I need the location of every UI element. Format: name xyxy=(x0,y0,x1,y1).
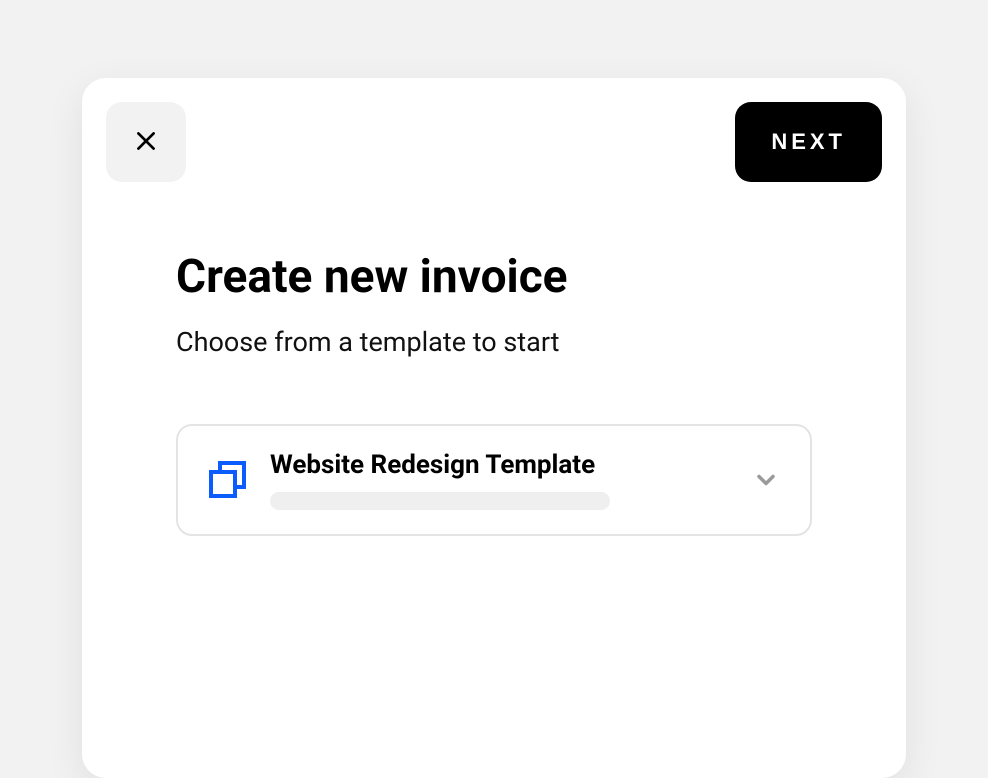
create-invoice-modal: NEXT Create new invoice Choose from a te… xyxy=(82,78,906,778)
page-title: Create new invoice xyxy=(176,250,812,304)
template-description-placeholder xyxy=(270,492,610,510)
copy-icon xyxy=(208,460,248,500)
modal-topbar: NEXT xyxy=(106,102,882,182)
next-button[interactable]: NEXT xyxy=(735,102,882,182)
page-subtitle: Choose from a template to start xyxy=(176,326,812,358)
chevron-down-icon xyxy=(752,466,780,494)
selected-template-label: Website Redesign Template xyxy=(270,450,730,480)
dropdown-content: Website Redesign Template xyxy=(270,450,730,510)
close-button[interactable] xyxy=(106,102,186,182)
close-icon xyxy=(133,128,159,157)
modal-content: Create new invoice Choose from a templat… xyxy=(106,182,882,536)
template-dropdown[interactable]: Website Redesign Template xyxy=(176,424,812,536)
